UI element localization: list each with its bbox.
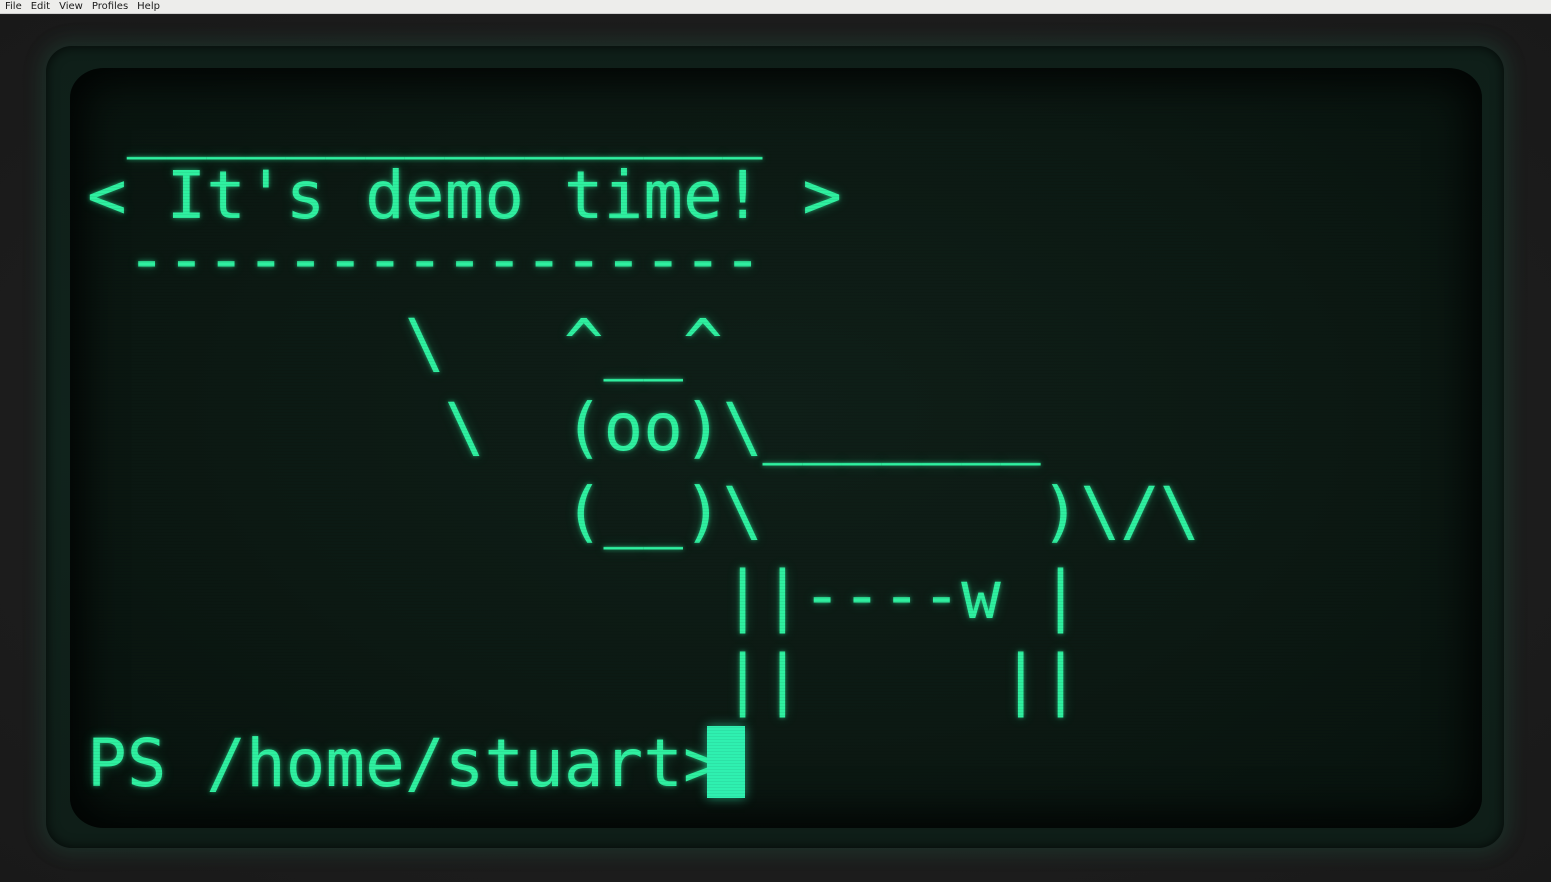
terminal-prompt: PS /home/stuart> <box>87 725 763 802</box>
text-cursor <box>707 726 745 798</box>
menu-profiles[interactable]: Profiles <box>87 0 132 14</box>
menu-bar: File Edit View Profiles Help <box>0 0 1551 14</box>
menu-view[interactable]: View <box>54 0 87 14</box>
menu-help[interactable]: Help <box>132 0 164 14</box>
menu-file[interactable]: File <box>0 0 26 14</box>
terminal-line-5: \ (oo)\_______ <box>87 389 1041 466</box>
terminal-line-1: ________________ <box>87 83 763 160</box>
terminal-line-7: ||----w | <box>87 557 1081 634</box>
terminal-line-4: \ ^__^ <box>87 305 723 382</box>
menu-edit[interactable]: Edit <box>26 0 54 14</box>
terminal-line-6: (__)\ )\/\ <box>87 473 1200 550</box>
terminal-line-3: ---------------- <box>87 221 763 298</box>
terminal-screen[interactable]: ________________ < It's demo time! > ---… <box>70 68 1482 828</box>
terminal-line-8: || || <box>87 641 1081 718</box>
